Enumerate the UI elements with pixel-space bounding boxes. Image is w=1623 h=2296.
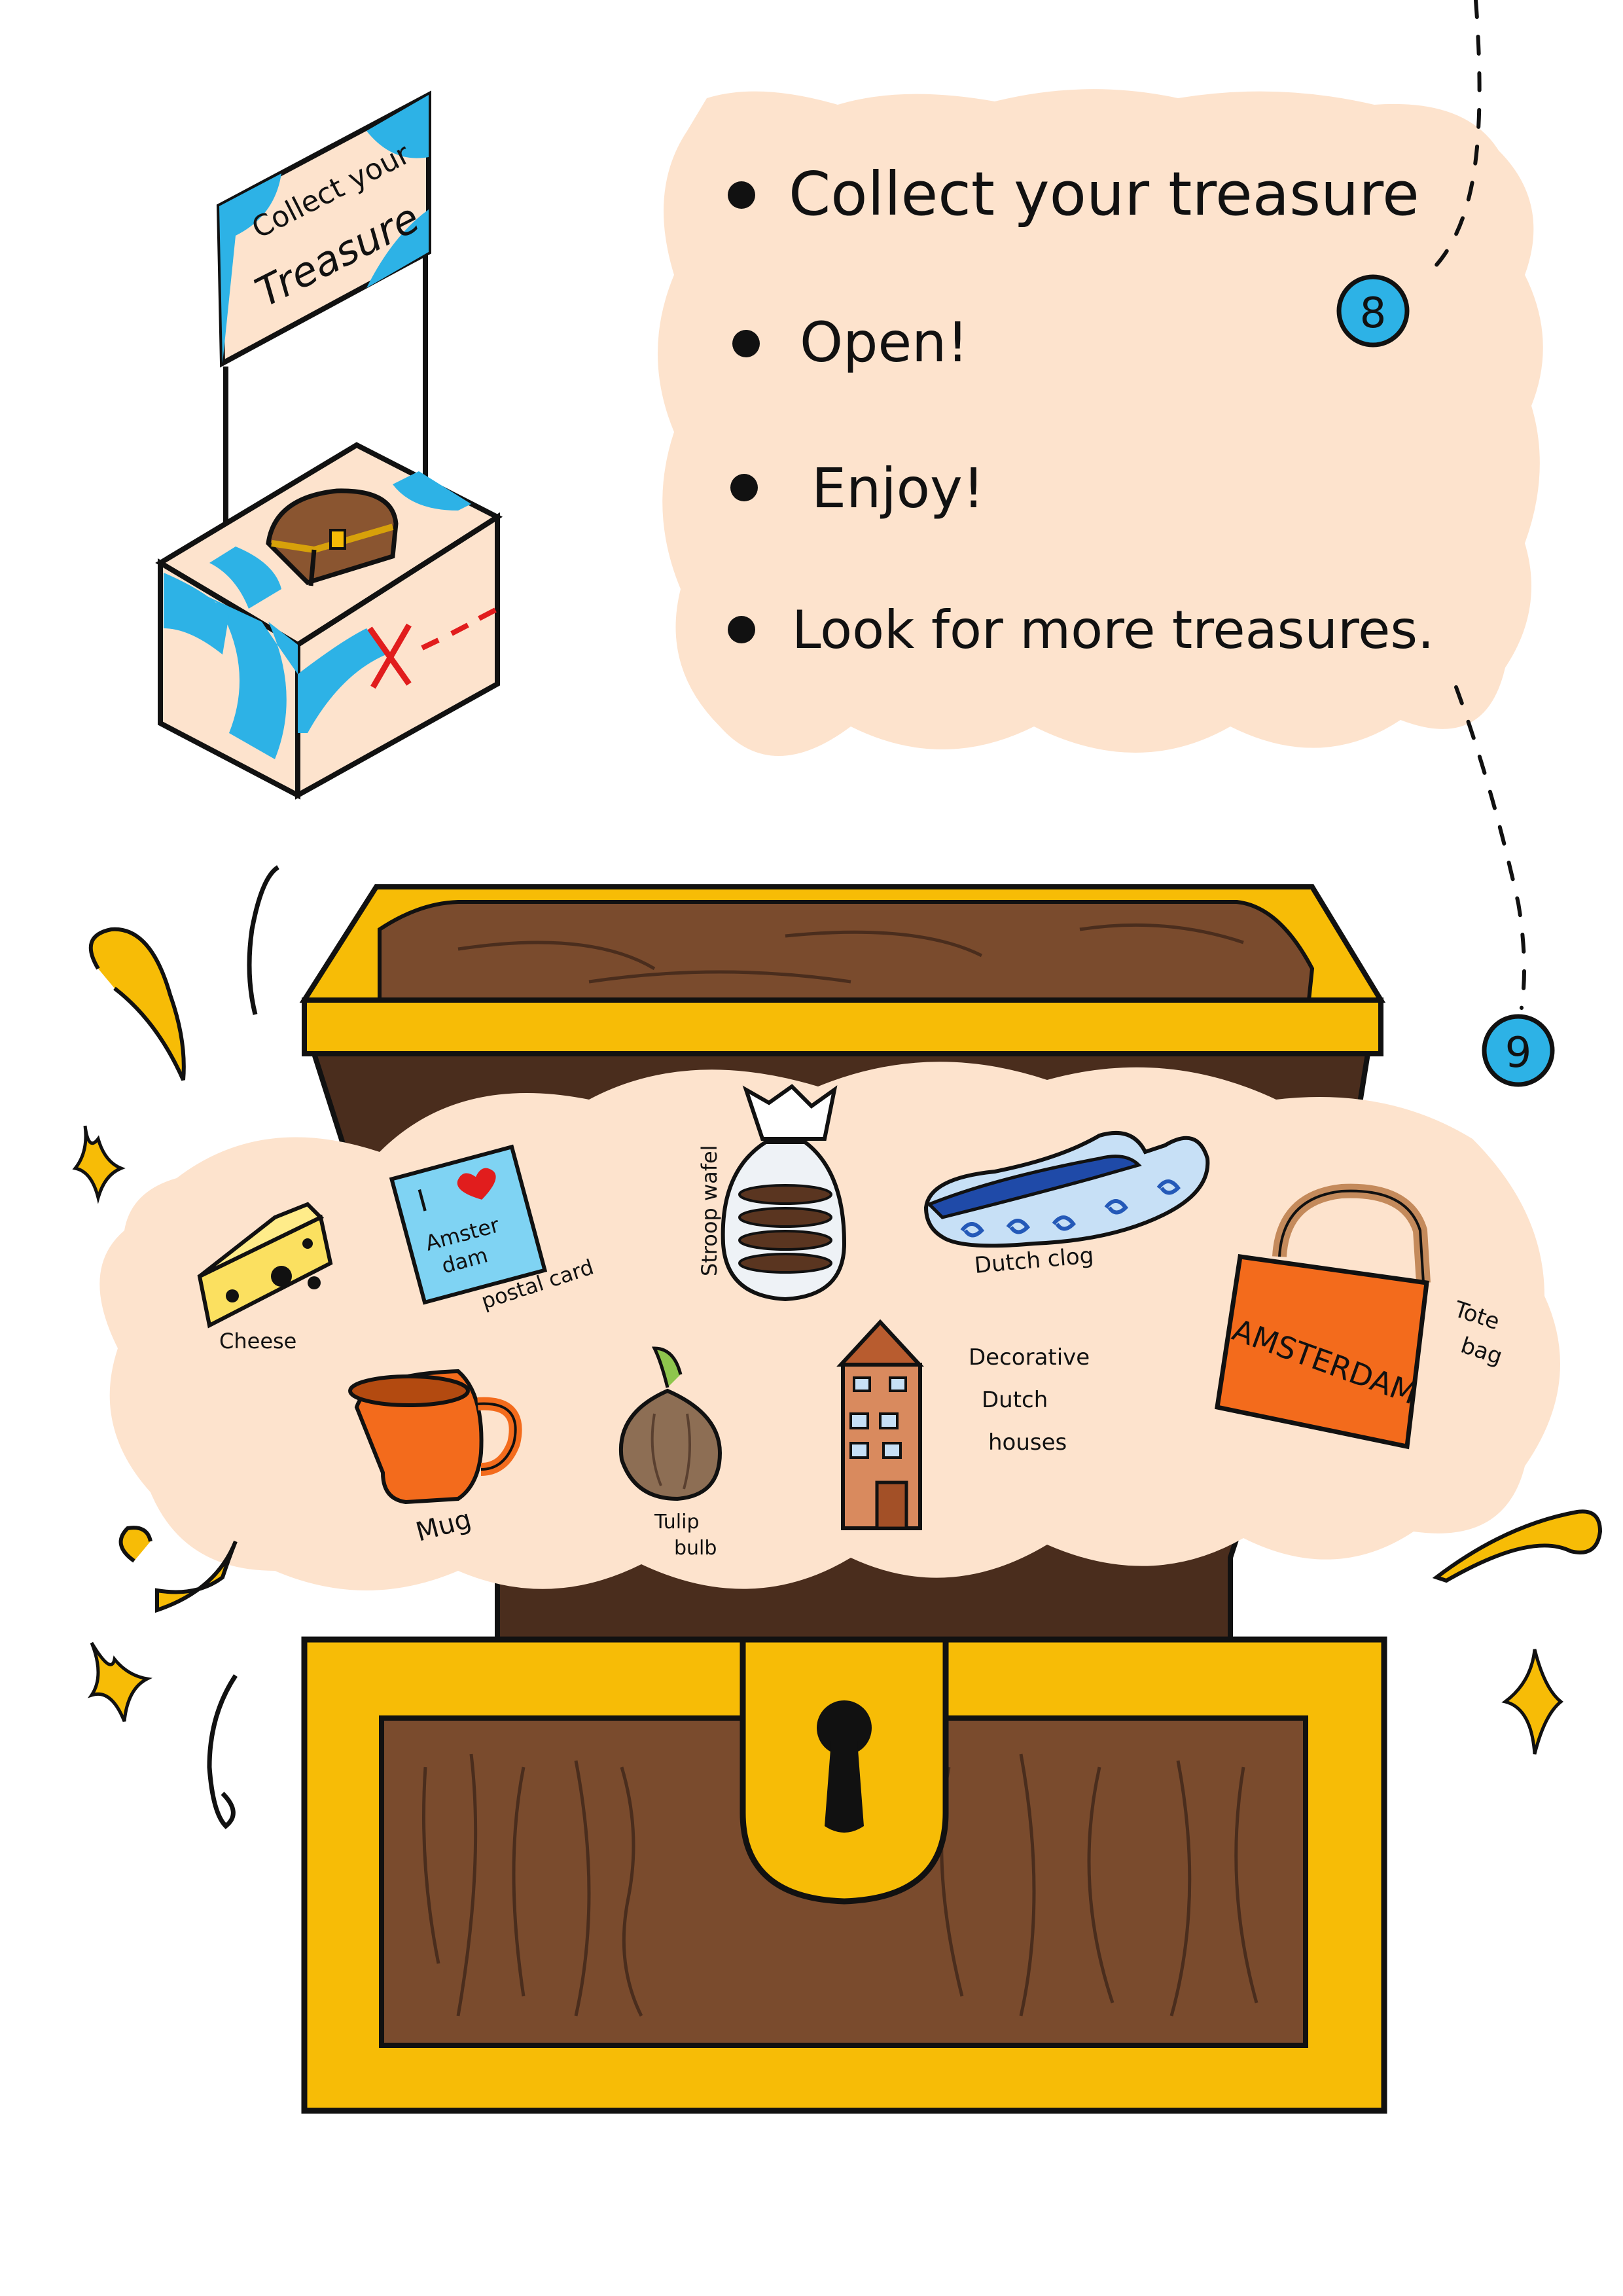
sparkle-icon (72, 1125, 126, 1204)
steps-panel: Collect your treasure Open! Enjoy! Look … (658, 89, 1543, 757)
chest-lid (299, 884, 1386, 1056)
stand-sign: Collect your Treasure (216, 90, 431, 368)
curl-line-icon (207, 1674, 238, 1829)
stand-box (155, 442, 503, 800)
houses-label-1: Decorative (969, 1344, 1090, 1371)
bullet-icon (732, 330, 760, 357)
marker-9: 9 (1482, 1014, 1555, 1087)
houses-label-3: houses (988, 1429, 1067, 1456)
swirl-icon (88, 927, 186, 1081)
step-text: Open! (800, 310, 969, 374)
cheese-label: Cheese (219, 1329, 296, 1354)
chest-latch (740, 1636, 949, 1905)
bullet-icon (728, 616, 755, 643)
step-item-4: Look for more treasures. (728, 600, 1434, 660)
treasure-chest: Cheese I Amster dam postal card Stroop w… (99, 884, 1561, 2114)
tulip-label-2: bulb (674, 1537, 717, 1560)
items-panel: Cheese I Amster dam postal card Stroop w… (99, 1062, 1561, 1590)
marker-8-label: 8 (1360, 289, 1387, 338)
sparkle-icon (1501, 1649, 1563, 1755)
house-icon (836, 1319, 924, 1530)
step-text: Collect your treasure (789, 159, 1419, 229)
curl-line-icon (247, 865, 280, 1015)
illustration-canvas: Collect your Treasure Collect your treas… (72, 0, 1603, 2114)
treasure-stand: Collect your Treasure (155, 90, 503, 800)
step-text: Enjoy! (812, 456, 984, 520)
step-text: Look for more treasures. (792, 600, 1434, 660)
bullet-icon (730, 474, 758, 501)
step-item-1: Collect your treasure (728, 159, 1419, 229)
stroopwafel-label: Stroop wafel (697, 1145, 722, 1276)
marker-8: 8 (1336, 274, 1410, 348)
sparkle-icon (87, 1641, 152, 1722)
tulip-label-1: Tulip (654, 1511, 700, 1534)
bullet-icon (728, 181, 755, 209)
houses-label-2: Dutch (982, 1387, 1048, 1413)
marker-9-label: 9 (1505, 1029, 1532, 1077)
chest-body (301, 1636, 1387, 2114)
